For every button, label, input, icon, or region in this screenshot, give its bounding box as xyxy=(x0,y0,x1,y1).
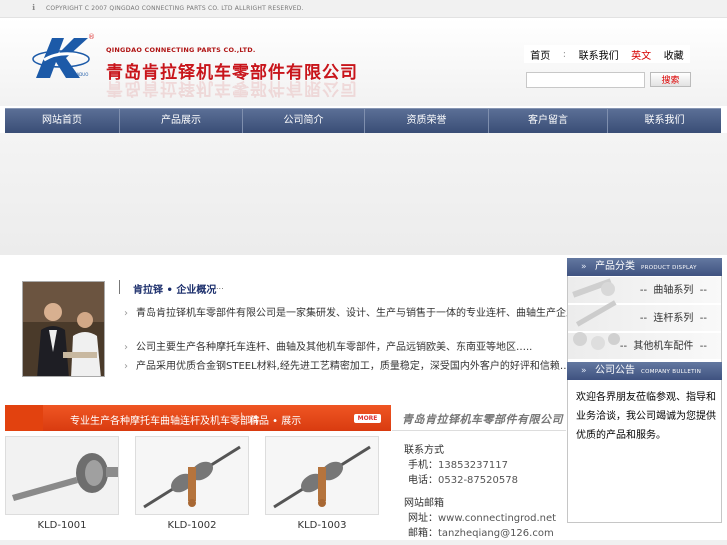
copyright-strip: ℹ COPYRIGHT C 2007 QINGDAO CONNECTING PA… xyxy=(0,0,727,18)
contact-mobile: 手机：13853237117 xyxy=(408,456,508,471)
about-dots: ... xyxy=(216,282,224,291)
label: 手机： xyxy=(408,460,438,471)
footer-strip xyxy=(0,540,727,545)
contact-email: 邮箱：tanzheqiang@126.com xyxy=(408,524,554,539)
more-button[interactable]: MORE xyxy=(354,414,381,423)
bullet-icon: › xyxy=(124,342,128,353)
bulletin-title: 公司公告 xyxy=(595,365,635,376)
company-name-en: QINGDAO CONNECTING PARTS CO.,LTD. xyxy=(106,46,256,54)
category-label: 连杆系列 xyxy=(653,313,694,324)
registered-icon: ® xyxy=(88,33,95,41)
category-label: 曲轴系列 xyxy=(653,285,694,296)
nav-item-contact[interactable]: 联系我们 xyxy=(608,109,721,133)
about-title[interactable]: 肯拉铎 • 企业概况 xyxy=(133,281,216,296)
about-line-text: 产品采用优质合金钢STEEL材料,经先进工艺精密加工，质量稳定，深受国内外客户的… xyxy=(136,361,580,372)
search-button[interactable]: 搜索 xyxy=(650,72,691,87)
about-title-divider xyxy=(119,280,120,294)
toplink-favorite[interactable]: 收藏 xyxy=(664,47,684,62)
category-parts-icon xyxy=(572,278,620,350)
main-nav: 网站首页 产品展示 公司简介 资质荣誉 客户留言 联系我们 xyxy=(5,108,721,133)
toplink-contact[interactable]: 联系我们 xyxy=(579,47,619,62)
contact-group-title: 网站邮箱 xyxy=(404,498,444,509)
category-title-en: PRODUCT DISPLAY xyxy=(641,265,697,271)
website-link[interactable]: www.connectingrod.net xyxy=(438,513,556,524)
about-line: › 公司主要生产各种摩托车连杆、曲轴及其他机车零部件，产品远销欧美、东南亚等地区…… xyxy=(124,338,532,353)
nav-item-honors[interactable]: 资质荣誉 xyxy=(365,109,489,133)
info-icon: ℹ xyxy=(32,3,36,12)
product-name[interactable]: KLD-1001 xyxy=(5,520,119,531)
contact-company-logo: 青岛肯拉铎机车零部件有限公司 xyxy=(402,413,563,426)
contact-phone: 电话：0532-87520578 xyxy=(408,471,518,486)
about-line: › 产品采用优质合金钢STEEL材料,经先进工艺精密加工，质量稳定，深受国内外客户… xyxy=(124,357,580,372)
double-chevron-icon: » xyxy=(581,366,587,376)
toplink-english[interactable]: 英文 xyxy=(631,47,651,62)
bullet-icon: › xyxy=(124,361,128,372)
products-separator: | xyxy=(240,412,244,423)
products-header-accent xyxy=(5,405,43,431)
toplink-separator: : xyxy=(562,48,567,60)
nav-item-home[interactable]: 网站首页 xyxy=(5,109,120,133)
company-name-reflection: 青岛肯拉铎机车零部件有限公司 xyxy=(106,78,358,98)
logo-subtext: KENLADUO xyxy=(66,72,89,77)
about-photo xyxy=(22,281,105,377)
about-line-text: 公司主要生产各种摩托车连杆、曲轴及其他机车零部件，产品远销欧美、东南亚等地区….… xyxy=(136,342,533,353)
product-image[interactable] xyxy=(265,436,379,515)
copyright-text: COPYRIGHT C 2007 QINGDAO CONNECTING PART… xyxy=(46,5,304,12)
sidebar-category-header: » 产品分类 PRODUCT DISPLAY xyxy=(567,258,722,276)
label: 电话： xyxy=(408,475,438,486)
sidebar-bulletin-header: » 公司公告 COMPANY BULLETIN xyxy=(567,362,722,380)
label: 网址： xyxy=(408,513,438,524)
toplink-home[interactable]: 首页 xyxy=(530,47,550,62)
product-name[interactable]: KLD-1003 xyxy=(265,520,379,531)
search-input[interactable] xyxy=(526,72,645,88)
category-label: 其他机车配件 xyxy=(633,341,694,352)
value: 13853237117 xyxy=(438,460,508,471)
contact-group-title: 联系方式 xyxy=(404,445,444,456)
product-name[interactable]: KLD-1002 xyxy=(135,520,249,531)
nav-item-products[interactable]: 产品展示 xyxy=(120,109,243,133)
category-title: 产品分类 xyxy=(595,261,635,272)
bulletin-title-en: COMPANY BULLETIN xyxy=(641,369,702,375)
banner-area xyxy=(0,133,727,255)
products-headline: 专业生产各种摩托车曲轴连杆及机车零部件 xyxy=(70,416,260,427)
top-links: 首页 : 联系我们 英文 收藏 xyxy=(524,45,690,63)
nav-item-messages[interactable]: 客户留言 xyxy=(489,109,608,133)
value: 0532-87520578 xyxy=(438,475,518,486)
products-tag: 精品 • 展示 xyxy=(249,416,302,427)
product-image[interactable] xyxy=(135,436,249,515)
contact-divider xyxy=(392,430,566,431)
double-chevron-icon: » xyxy=(581,262,587,272)
email-link[interactable]: tanzheqiang@126.com xyxy=(438,528,554,539)
product-image[interactable] xyxy=(5,436,119,515)
bulletin-text: 欢迎各界朋友莅临参观、指导和业务洽谈，我公司竭诚为您提供优质的产品和服务。 xyxy=(576,392,716,441)
nav-item-about[interactable]: 公司简介 xyxy=(243,109,365,133)
contact-website: 网址：www.connectingrod.net xyxy=(408,509,556,524)
label: 邮箱： xyxy=(408,528,438,539)
bullet-icon: › xyxy=(124,308,128,319)
